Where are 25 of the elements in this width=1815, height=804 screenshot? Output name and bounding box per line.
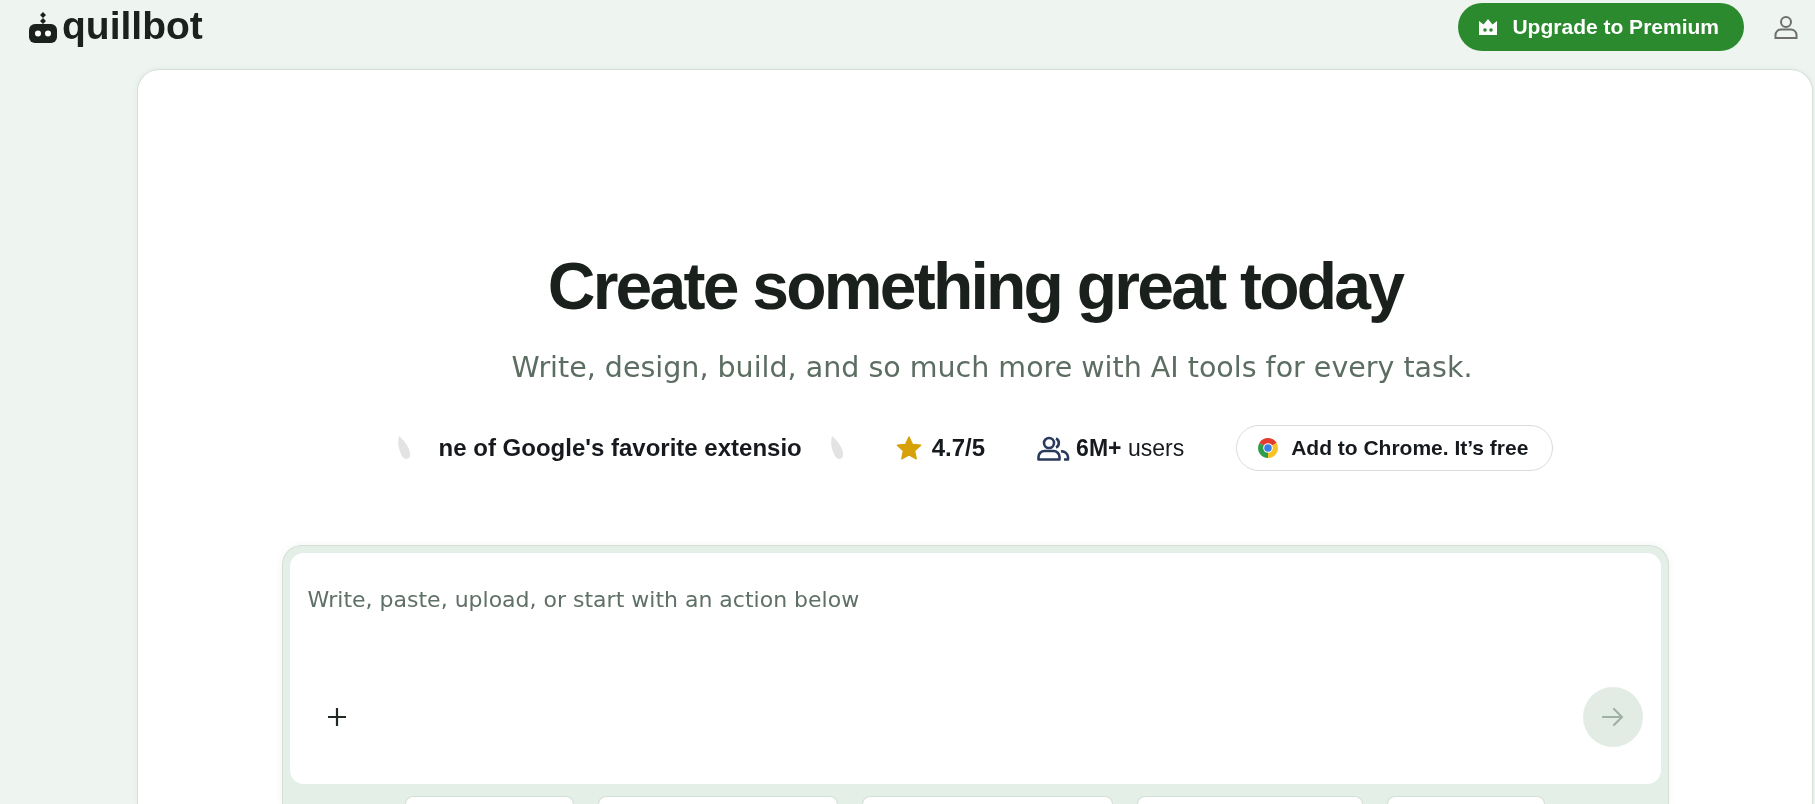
hero-title: Create something great today: [547, 250, 1403, 322]
logo-text[interactable]: quillbot: [62, 5, 203, 46]
user-count: 6M+ users: [1076, 434, 1185, 462]
action-chip[interactable]: [405, 796, 574, 804]
hero-subtitle: Write, design, build, and so much more with AI tools for every task.: [511, 350, 1473, 386]
arrow-icon: [1601, 707, 1624, 727]
rating-text: 4.7/5: [931, 434, 986, 462]
people-icon: [1037, 435, 1071, 461]
add-to-chrome-button[interactable]: Add to Chrome. It’s free: [1236, 425, 1554, 471]
user-icon[interactable]: [1774, 15, 1798, 39]
action-chip[interactable]: [1137, 796, 1363, 804]
action-chip[interactable]: [862, 796, 1113, 804]
chrome-icon: [1258, 438, 1279, 458]
leaf-icon: [829, 436, 844, 460]
action-chip[interactable]: [598, 796, 838, 804]
leaf-icon: [396, 436, 411, 460]
crown-icon: [1479, 19, 1498, 35]
upgrade-button[interactable]: Upgrade to Premium: [1458, 3, 1744, 51]
star-icon: [895, 435, 922, 461]
marquee-text: ne of Google's favorite extensio: [438, 434, 802, 462]
plus-icon: [326, 707, 347, 727]
action-chip[interactable]: [1387, 796, 1545, 804]
prompt-field[interactable]: Write, paste, upload, or start with an action below: [289, 553, 1661, 687]
robot-icon[interactable]: [29, 11, 57, 43]
input-box[interactable]: Write, paste, upload, or start with an action below: [289, 553, 1661, 784]
